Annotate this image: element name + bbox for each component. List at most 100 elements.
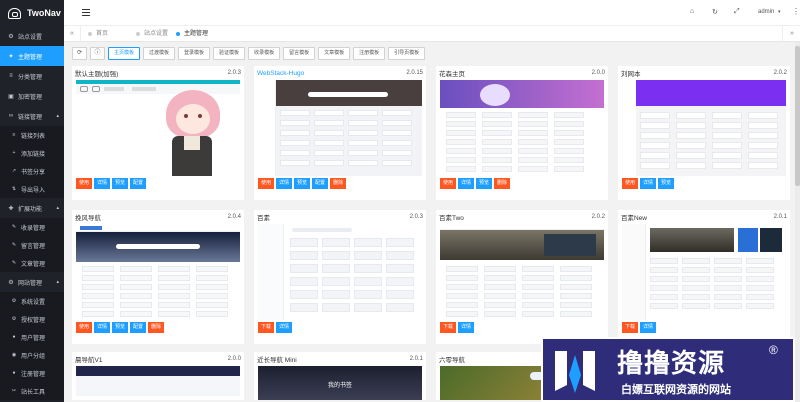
tab-theme-manage[interactable]: 主题管理 <box>176 28 208 40</box>
link-tile <box>314 160 344 166</box>
details-button[interactable]: 详情 <box>640 178 657 189</box>
chevron-left-icon[interactable]: « <box>64 28 80 40</box>
use-button[interactable]: 使用 <box>440 178 457 189</box>
theme-preview-image[interactable] <box>622 224 786 320</box>
chevron-right-icon[interactable]: » <box>784 28 800 40</box>
theme-card: 近长导航 Mini 2.0.1 我的书签 <box>254 352 426 400</box>
sidebar-item-label: 书签分享 <box>21 169 46 176</box>
sidebar-item-13[interactable]: ⚙ 网站管理 ▴ <box>0 272 64 292</box>
sidebar-item-2[interactable]: ≡ 分类管理 <box>0 66 64 86</box>
sidebar-item-11[interactable]: ✎ 留言管理 <box>0 236 64 254</box>
user-menu[interactable]: admin <box>758 9 774 15</box>
theme-preview-image[interactable] <box>440 80 604 176</box>
link-tile <box>714 258 742 264</box>
link-tile <box>712 162 742 169</box>
config-button[interactable]: 配置 <box>130 322 147 333</box>
preview-button[interactable]: 预览 <box>658 178 675 189</box>
more-icon[interactable]: ⋮ <box>792 7 800 16</box>
template-filter-button[interactable]: 收录模板 <box>248 47 281 60</box>
sidebar-item-9[interactable]: ✚ 扩展功能 ▴ <box>0 198 64 218</box>
sidebar-item-7[interactable]: ↗ 书签分享 <box>0 162 64 180</box>
details-button[interactable]: 详情 <box>458 322 475 333</box>
sidebar-item-6[interactable]: + 添加链接 <box>0 144 64 162</box>
theme-preview-image[interactable] <box>440 224 604 320</box>
link-tile <box>714 285 742 291</box>
preview-button[interactable]: 预览 <box>476 178 493 189</box>
sidebar-item-5[interactable]: ≡ 链接列表 <box>0 126 64 144</box>
sidebar-item-4[interactable]: ∞ 链接管理 ▴ <box>0 106 64 126</box>
sidebar-item-10[interactable]: ✎ 收录管理 <box>0 218 64 236</box>
details-button[interactable]: 详情 <box>640 322 657 333</box>
theme-preview-image[interactable] <box>76 224 240 320</box>
sidebar-item-19[interactable]: ✂ 站长工具 <box>0 382 64 400</box>
scrollbar-thumb[interactable] <box>795 46 800 186</box>
link-tile <box>82 293 114 299</box>
config-button[interactable]: 配置 <box>312 178 329 189</box>
download-button[interactable]: 下载 <box>258 322 275 333</box>
menu-icon <box>80 86 88 92</box>
use-button[interactable]: 使用 <box>258 178 275 189</box>
link-tile <box>290 277 318 286</box>
template-filter-button[interactable]: 过渡模板 <box>143 47 176 60</box>
download-button[interactable]: 下载 <box>622 322 639 333</box>
details-button[interactable]: 详情 <box>276 178 293 189</box>
sidebar-item-18[interactable]: ● 注册管理 <box>0 364 64 382</box>
template-filter-button[interactable]: 留言模板 <box>283 47 316 60</box>
theme-preview-image[interactable] <box>76 366 240 400</box>
delete-button[interactable]: 删除 <box>148 322 165 333</box>
preview-button[interactable]: 预览 <box>112 322 129 333</box>
preview-button[interactable]: 预览 <box>112 178 129 189</box>
theme-name[interactable]: WebStack-Hugo <box>257 70 304 77</box>
link-tile <box>446 284 478 290</box>
config-button[interactable]: 配置 <box>130 178 147 189</box>
theme-preview-image[interactable] <box>258 80 422 176</box>
theme-preview-image[interactable] <box>76 80 240 176</box>
fullscreen-icon[interactable]: ⤢ <box>734 8 740 16</box>
menu-toggle-icon[interactable] <box>82 9 90 16</box>
delete-button[interactable]: 删除 <box>330 178 347 189</box>
refresh-icon[interactable]: ↻ <box>712 8 718 16</box>
registered-icon: ® <box>769 343 778 357</box>
sidebar-item-16[interactable]: ● 用户管理 <box>0 328 64 346</box>
sidebar-item-15[interactable]: ⚙ 授权管理 <box>0 310 64 328</box>
sidebar-item-17[interactable]: ◉ 用户分组 <box>0 346 64 364</box>
details-button[interactable]: 详情 <box>94 178 111 189</box>
tab-site-settings[interactable]: 站点设置 <box>136 28 168 40</box>
info-button[interactable]: ⓘ <box>90 47 105 60</box>
scrollbar[interactable] <box>795 42 800 402</box>
template-filter-button[interactable]: 主页模板 <box>108 47 141 60</box>
theme-name: 晨导航V1 <box>75 357 103 364</box>
sidebar-item-14[interactable]: ⚙ 系统设置 <box>0 292 64 310</box>
details-button[interactable]: 详情 <box>276 322 293 333</box>
link-tile <box>682 258 710 264</box>
delete-button[interactable]: 删除 <box>494 178 511 189</box>
template-filter-button[interactable]: 登录模板 <box>178 47 211 60</box>
template-filter-button[interactable]: 注册模板 <box>353 47 386 60</box>
template-filter-button[interactable]: 文章模板 <box>318 47 351 60</box>
use-button[interactable]: 使用 <box>622 178 639 189</box>
download-button[interactable]: 下载 <box>440 322 457 333</box>
details-button[interactable]: 详情 <box>94 322 111 333</box>
sidebar-item-12[interactable]: ✎ 文章管理 <box>0 254 64 272</box>
theme-preview-image[interactable]: 我的书签 <box>258 366 422 400</box>
app-logo[interactable]: TwoNav <box>0 0 64 26</box>
sidebar-item-1[interactable]: ✦ 主题管理 <box>0 46 64 66</box>
chevron-down-icon[interactable]: ▾ <box>778 9 781 15</box>
home-icon[interactable]: ⌂ <box>690 8 694 15</box>
link-tile <box>354 277 382 286</box>
tab-home[interactable]: 首页 <box>88 28 108 40</box>
preview-button[interactable]: 预览 <box>294 178 311 189</box>
use-button[interactable]: 使用 <box>76 178 93 189</box>
theme-preview-image[interactable] <box>622 80 786 176</box>
sidebar-item-3[interactable]: ▣ 加密管理 <box>0 86 64 106</box>
template-filter-button[interactable]: 验证模板 <box>213 47 246 60</box>
share-icon: ↗ <box>11 168 17 174</box>
sidebar-item-8[interactable]: ⇅ 导出导入 <box>0 180 64 198</box>
use-button[interactable]: 使用 <box>76 322 93 333</box>
details-button[interactable]: 详情 <box>458 178 475 189</box>
refresh-button[interactable]: ⟳ <box>72 47 87 60</box>
sidebar-item-0[interactable]: ⚙ 站点设置 <box>0 26 64 46</box>
theme-card-header: 刘网本 2.0.2 <box>618 66 790 80</box>
template-filter-button[interactable]: 引导页模板 <box>388 47 426 60</box>
theme-preview-image[interactable] <box>258 224 422 320</box>
